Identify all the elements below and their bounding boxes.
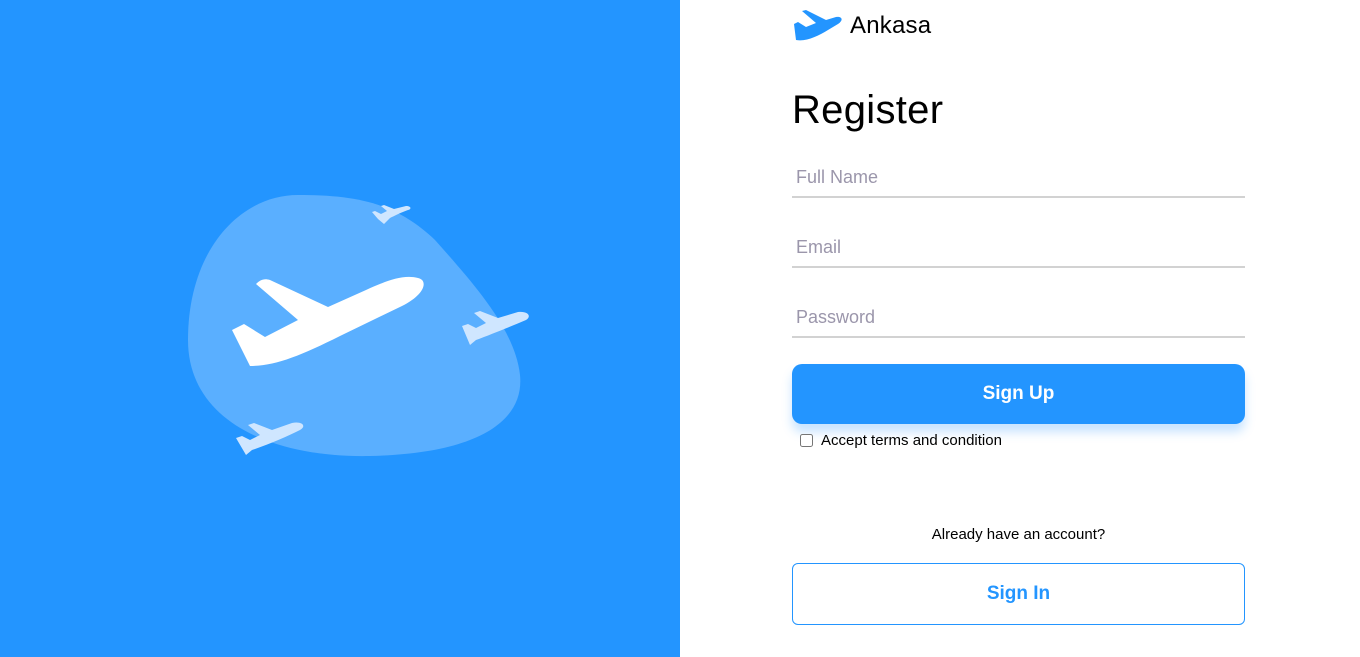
email-input[interactable] — [792, 228, 1245, 268]
sign-in-button[interactable]: Sign In — [792, 563, 1245, 625]
brand-name: Ankasa — [850, 12, 932, 39]
brand-logo[interactable]: Ankasa — [792, 8, 931, 44]
sign-up-button[interactable]: Sign Up — [792, 364, 1245, 424]
register-panel: Ankasa Register Sign Up Accept terms and… — [680, 0, 1360, 657]
hero-panel — [0, 0, 680, 657]
terms-checkbox[interactable] — [800, 434, 813, 447]
already-account-text: Already have an account? — [931, 526, 1106, 543]
airplane-illustration — [188, 195, 529, 457]
terms-row: Accept terms and condition — [798, 432, 1002, 449]
password-input[interactable] — [792, 298, 1245, 338]
terms-label: Accept terms and condition — [821, 432, 1002, 449]
plane-logo-icon — [794, 10, 842, 41]
full-name-input[interactable] — [792, 158, 1245, 198]
page-title: Register — [792, 88, 944, 132]
